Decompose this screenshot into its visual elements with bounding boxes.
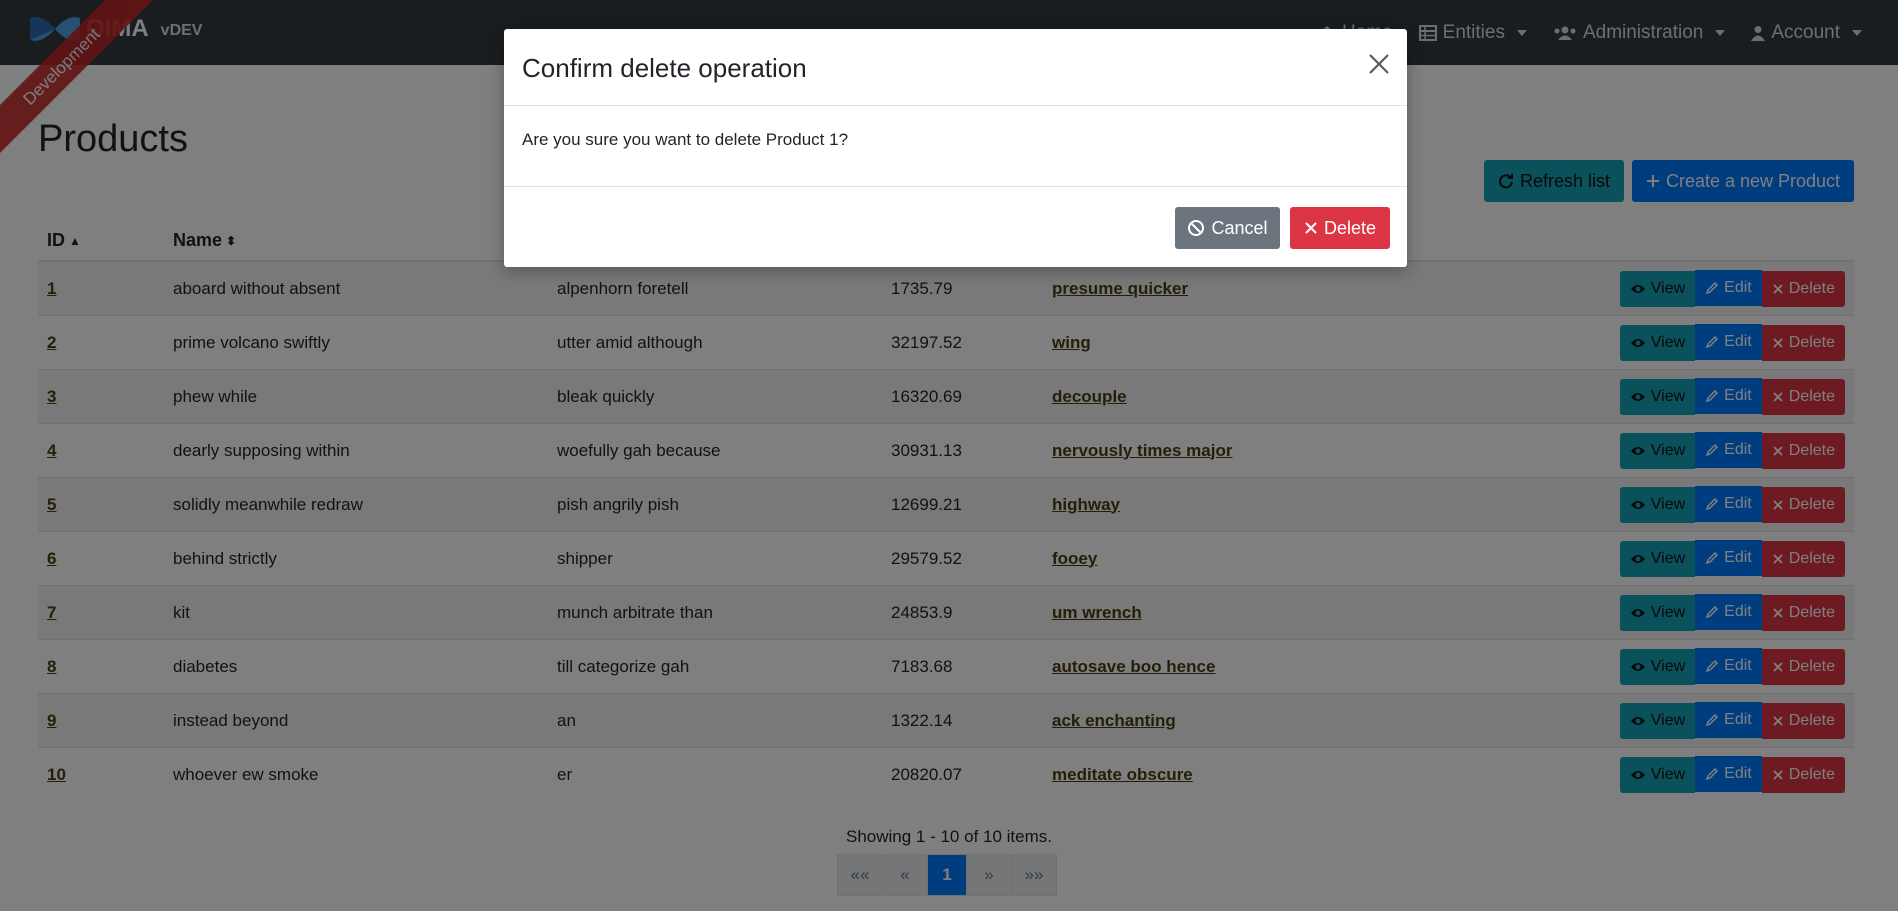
close-button[interactable] xyxy=(1361,51,1389,79)
modal-title: Confirm delete operation xyxy=(522,53,807,83)
modal-header: Confirm delete operation xyxy=(504,29,1407,106)
ban-icon xyxy=(1188,220,1205,236)
close-icon xyxy=(1369,54,1389,74)
cancel-label: Cancel xyxy=(1211,217,1268,238)
cancel-button[interactable]: Cancel xyxy=(1175,207,1280,249)
confirm-delete-button[interactable]: Delete xyxy=(1290,207,1390,249)
modal-body: Are you sure you want to delete Product … xyxy=(504,106,1407,187)
modal-message: Are you sure you want to delete Product … xyxy=(522,130,849,149)
times-icon xyxy=(1305,222,1317,234)
modal-footer: Cancel Delete xyxy=(504,187,1407,267)
confirm-delete-modal: Confirm delete operation Are you sure yo… xyxy=(504,29,1407,267)
delete-label: Delete xyxy=(1323,217,1377,238)
